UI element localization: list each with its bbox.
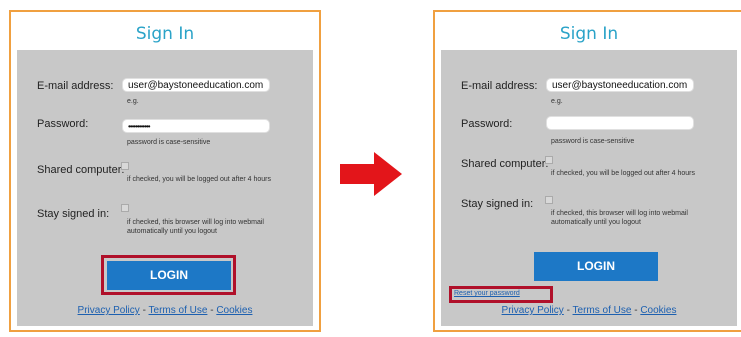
terms-of-use-link[interactable]: Terms of Use — [573, 305, 632, 316]
email-field[interactable]: user@baystoneeducation.com — [122, 78, 270, 92]
shared-computer-label: Shared computer: — [461, 158, 549, 170]
stay-signed-in-label: Stay signed in: — [461, 198, 534, 210]
password-field[interactable]: •••••••••••• — [122, 119, 270, 133]
shared-computer-label: Shared computer: — [37, 164, 125, 176]
stay-signed-in-checkbox[interactable] — [121, 204, 129, 212]
login-button[interactable]: LOGIN — [107, 261, 231, 290]
page-title: Sign In — [559, 24, 619, 44]
footer-links: Privacy Policy - Terms of Use - Cookies — [17, 305, 313, 316]
privacy-policy-link[interactable]: Privacy Policy — [502, 305, 564, 316]
cookies-link[interactable]: Cookies — [640, 305, 676, 316]
email-hint: e.g. — [127, 98, 139, 105]
footer-separator: - — [139, 305, 149, 316]
password-hint: password is case-sensitive — [551, 138, 635, 145]
password-label: Password: — [37, 118, 89, 130]
password-label: Password: — [461, 118, 513, 130]
stay-signed-in-checkbox[interactable] — [545, 196, 553, 204]
shared-computer-checkbox[interactable] — [121, 162, 129, 170]
footer-separator: - — [207, 305, 217, 316]
email-field[interactable]: user@baystoneeducation.com — [546, 78, 694, 92]
footer-separator: - — [631, 305, 641, 316]
sign-in-form: E-mail address: user@baystoneeducation.c… — [441, 50, 737, 326]
shared-computer-checkbox[interactable] — [545, 156, 553, 164]
sign-in-panel-before: Sign In E-mail address: user@baystoneedu… — [9, 10, 321, 332]
privacy-policy-link[interactable]: Privacy Policy — [78, 305, 140, 316]
sign-in-form: E-mail address: user@baystoneeducation.c… — [17, 50, 313, 326]
terms-of-use-link[interactable]: Terms of Use — [149, 305, 208, 316]
sign-in-panel-after: Sign In E-mail address: user@baystoneedu… — [433, 10, 741, 332]
shared-computer-hint: if checked, you will be logged out after… — [127, 176, 271, 183]
right-arrow-icon — [340, 152, 402, 196]
footer-links: Privacy Policy - Terms of Use - Cookies — [441, 305, 737, 316]
password-hint: password is case-sensitive — [127, 139, 211, 146]
stay-signed-in-hint: if checked, this browser will log into w… — [127, 219, 264, 235]
email-label: E-mail address: — [461, 80, 538, 92]
reset-password-link[interactable]: Reset your password — [454, 290, 520, 297]
email-label: E-mail address: — [37, 80, 114, 92]
page-title: Sign In — [135, 24, 195, 44]
password-field[interactable] — [546, 116, 694, 130]
stay-signed-in-label: Stay signed in: — [37, 208, 110, 220]
email-hint: e.g. — [551, 98, 563, 105]
login-button[interactable]: LOGIN — [534, 252, 658, 281]
shared-computer-hint: if checked, you will be logged out after… — [551, 170, 695, 177]
stay-signed-in-hint: if checked, this browser will log into w… — [551, 210, 688, 226]
footer-separator: - — [563, 305, 573, 316]
cookies-link[interactable]: Cookies — [216, 305, 252, 316]
